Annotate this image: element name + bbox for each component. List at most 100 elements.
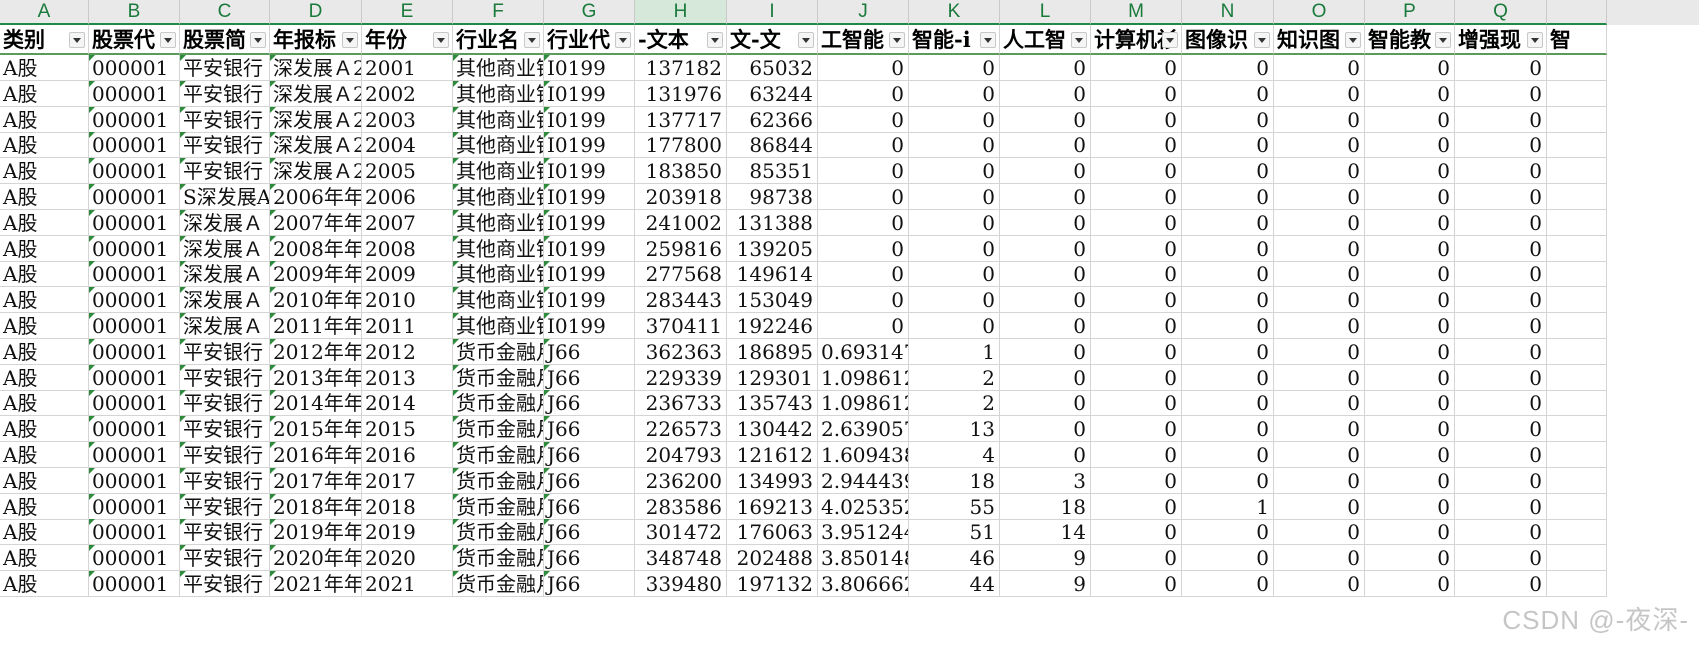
table-cell[interactable]	[1547, 519, 1607, 546]
table-cell[interactable]: J66	[544, 442, 635, 468]
table-cell[interactable]: 其他商业银	[453, 55, 544, 81]
table-cell[interactable]: 平安银行	[180, 106, 270, 133]
table-cell[interactable]: 236200	[635, 467, 727, 494]
header-cell[interactable]: 工智能	[818, 25, 909, 55]
table-cell[interactable]: J66	[544, 545, 635, 572]
table-cell[interactable]: 2010年年月	[270, 287, 362, 314]
filter-dropdown-icon[interactable]	[342, 32, 358, 48]
table-cell[interactable]: A股	[0, 184, 89, 210]
table-cell[interactable]: 2004	[362, 132, 453, 159]
table-cell[interactable]: 130442	[727, 416, 818, 443]
table-cell[interactable]: 226573	[635, 416, 727, 443]
table-cell[interactable]: 货币金融月	[453, 467, 544, 494]
table-cell[interactable]: 202488	[727, 545, 818, 572]
table-cell[interactable]: 2011年年月	[270, 313, 362, 339]
table-cell[interactable]: 0	[1182, 442, 1274, 468]
table-cell[interactable]: 货币金融月	[453, 416, 544, 443]
table-cell[interactable]: 0	[1455, 55, 1547, 81]
table-cell[interactable]: 000001	[89, 467, 180, 494]
table-cell[interactable]: A股	[0, 338, 89, 365]
table-cell[interactable]: A股	[0, 364, 89, 391]
table-cell[interactable]: 0	[909, 184, 1000, 210]
table-cell[interactable]: 176063	[727, 519, 818, 546]
column-header-E[interactable]: E	[362, 0, 453, 25]
table-cell[interactable]: 0	[818, 80, 909, 107]
table-cell[interactable]: I0199	[544, 158, 635, 185]
table-cell[interactable]: 其他商业银	[453, 184, 544, 210]
table-cell[interactable]: 0	[1365, 519, 1455, 546]
table-cell[interactable]: 229339	[635, 364, 727, 391]
table-cell[interactable]: 0	[1091, 209, 1182, 236]
table-cell[interactable]: A股	[0, 467, 89, 494]
table-cell[interactable]: 0	[1182, 364, 1274, 391]
table-cell[interactable]: J66	[544, 338, 635, 365]
table-cell[interactable]: 55	[909, 493, 1000, 520]
table-cell[interactable]: 0	[909, 235, 1000, 262]
table-cell[interactable]	[1547, 55, 1607, 81]
table-cell[interactable]: 000001	[89, 209, 180, 236]
table-cell[interactable]: 2016年年月	[270, 442, 362, 468]
table-cell[interactable]: 0	[1365, 442, 1455, 468]
table-cell[interactable]: I0199	[544, 209, 635, 236]
table-cell[interactable]: 0	[1091, 55, 1182, 81]
header-cell[interactable]: 年报标	[270, 25, 362, 55]
table-cell[interactable]: 3.951244	[818, 519, 909, 546]
table-cell[interactable]: 0	[1365, 338, 1455, 365]
table-cell[interactable]: 0	[1182, 287, 1274, 314]
table-cell[interactable]: 0	[1091, 184, 1182, 210]
table-cell[interactable]: 深发展Ａ2	[270, 132, 362, 159]
table-cell[interactable]: 平安银行	[180, 442, 270, 468]
table-cell[interactable]: 1	[1182, 493, 1274, 520]
table-cell[interactable]: 0	[1182, 519, 1274, 546]
table-cell[interactable]: 0	[1182, 158, 1274, 185]
table-cell[interactable]: 0	[1000, 261, 1091, 288]
table-cell[interactable]: 0	[1182, 467, 1274, 494]
table-cell[interactable]: 0	[1274, 442, 1365, 468]
table-cell[interactable]: 0	[1000, 338, 1091, 365]
header-cell[interactable]: 智能-i	[909, 25, 1000, 55]
table-cell[interactable]: 0	[1365, 55, 1455, 81]
table-cell[interactable]: 1.609438	[818, 442, 909, 468]
filter-dropdown-icon[interactable]	[69, 32, 85, 48]
table-cell[interactable]: I0199	[544, 261, 635, 288]
table-cell[interactable]: I0199	[544, 184, 635, 210]
table-cell[interactable]: 深发展Ａ2	[270, 55, 362, 81]
table-cell[interactable]: 000001	[89, 364, 180, 391]
table-cell[interactable]: 2012	[362, 338, 453, 365]
header-cell[interactable]: 股票简	[180, 25, 270, 55]
table-cell[interactable]: 0	[818, 313, 909, 339]
table-cell[interactable]	[1547, 545, 1607, 572]
table-cell[interactable]: 货币金融月	[453, 493, 544, 520]
table-cell[interactable]	[1547, 442, 1607, 468]
table-cell[interactable]: 0	[1365, 364, 1455, 391]
table-cell[interactable]: 2021	[362, 571, 453, 597]
table-cell[interactable]: I0199	[544, 235, 635, 262]
table-cell[interactable]: 2021年年月	[270, 571, 362, 597]
table-cell[interactable]: 0	[1274, 55, 1365, 81]
table-cell[interactable]: 平安银行	[180, 493, 270, 520]
table-cell[interactable]: 0	[1000, 416, 1091, 443]
table-cell[interactable]: 其他商业银	[453, 106, 544, 133]
table-cell[interactable]: 0	[1455, 571, 1547, 597]
table-cell[interactable]: 0	[1365, 493, 1455, 520]
table-cell[interactable]: 2005	[362, 158, 453, 185]
table-cell[interactable]: 121612	[727, 442, 818, 468]
table-cell[interactable]: I0199	[544, 80, 635, 107]
filter-dropdown-icon[interactable]	[1345, 32, 1361, 48]
table-cell[interactable]	[1547, 106, 1607, 133]
table-cell[interactable]: 0	[1182, 106, 1274, 133]
table-cell[interactable]: 0	[1455, 338, 1547, 365]
table-cell[interactable]	[1547, 261, 1607, 288]
table-cell[interactable]: 2013	[362, 364, 453, 391]
column-header-F[interactable]: F	[453, 0, 544, 25]
column-header-C[interactable]: C	[180, 0, 270, 25]
column-header-Q[interactable]: Q	[1455, 0, 1547, 25]
table-cell[interactable]: 2015年年月	[270, 416, 362, 443]
table-cell[interactable]: 153049	[727, 287, 818, 314]
table-cell[interactable]: A股	[0, 287, 89, 314]
table-cell[interactable]: A股	[0, 235, 89, 262]
table-cell[interactable]: 2003	[362, 106, 453, 133]
table-cell[interactable]: 1	[909, 338, 1000, 365]
table-cell[interactable]: 0	[1365, 390, 1455, 417]
table-cell[interactable]: 2019年年月	[270, 519, 362, 546]
